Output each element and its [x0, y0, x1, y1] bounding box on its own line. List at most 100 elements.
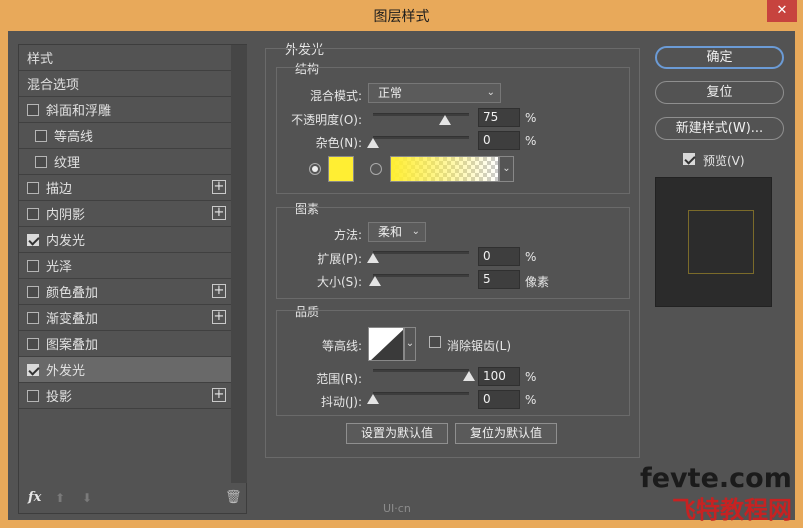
style-item-1[interactable]: 样式 — [19, 45, 231, 71]
style-item-7[interactable]: 内阴影 + — [19, 201, 231, 227]
noise-slider-thumb[interactable] — [367, 138, 379, 148]
style-item-11[interactable]: 渐变叠加 + — [19, 305, 231, 331]
style-item-8[interactable]: 内发光 — [19, 227, 231, 253]
make-default-button[interactable]: 设置为默认值 — [346, 423, 448, 444]
noise-unit: % — [525, 134, 537, 148]
glow-gradient-swatch[interactable] — [390, 156, 499, 182]
range-slider-thumb[interactable] — [463, 371, 475, 381]
add-effect-icon[interactable]: + — [212, 284, 226, 298]
noise-input[interactable]: 0 — [478, 131, 520, 150]
antialias-checkbox[interactable] — [429, 336, 441, 348]
style-item-12[interactable]: 图案叠加 — [19, 331, 231, 357]
move-down-icon[interactable]: ⬇ — [82, 491, 92, 505]
add-effect-icon[interactable]: + — [212, 310, 226, 324]
new-style-button[interactable]: 新建样式(W)... — [655, 117, 784, 140]
style-item-label: 内阴影 — [46, 208, 86, 223]
range-slider[interactable] — [373, 369, 469, 372]
add-effect-icon[interactable]: + — [212, 180, 226, 194]
gradient-radio[interactable] — [370, 163, 382, 175]
watermark-small: UI·cn — [383, 502, 411, 515]
spread-unit: % — [525, 250, 537, 264]
style-item-6[interactable]: 描边 + — [19, 175, 231, 201]
style-item-checkbox[interactable] — [27, 181, 39, 194]
trash-icon[interactable]: 🗑 — [225, 490, 242, 505]
style-item-13[interactable]: 外发光 — [19, 357, 231, 383]
style-item-label: 内发光 — [46, 234, 86, 249]
blend-mode-value: 正常 — [378, 86, 403, 100]
style-item-label: 混合选项 — [27, 78, 80, 93]
style-item-checkbox[interactable] — [27, 207, 39, 220]
style-item-3[interactable]: 斜面和浮雕 — [19, 97, 231, 123]
noise-slider[interactable] — [373, 136, 469, 139]
range-unit: % — [525, 370, 537, 384]
reset-default-button[interactable]: 复位为默认值 — [455, 423, 557, 444]
style-item-checkbox[interactable] — [27, 103, 39, 116]
style-item-checkbox[interactable] — [27, 311, 39, 324]
preview-checkbox[interactable] — [683, 153, 695, 165]
opacity-input[interactable]: 75 — [478, 108, 520, 127]
style-item-checkbox[interactable] — [27, 233, 39, 246]
add-effect-icon[interactable]: + — [212, 388, 226, 402]
style-item-checkbox[interactable] — [27, 259, 39, 272]
contour-curve-icon — [371, 329, 403, 360]
jitter-label: 抖动(J): — [321, 395, 362, 409]
style-item-checkbox[interactable] — [27, 363, 39, 376]
style-preview — [655, 177, 772, 307]
spread-input[interactable]: 0 — [478, 247, 520, 266]
size-slider[interactable] — [373, 274, 469, 277]
opacity-label: 不透明度(O): — [291, 113, 362, 127]
style-item-9[interactable]: 光泽 — [19, 253, 231, 279]
style-item-checkbox[interactable] — [27, 337, 39, 350]
spread-slider-thumb[interactable] — [367, 253, 379, 263]
style-item-5[interactable]: 纹理 — [19, 149, 231, 175]
glow-color-swatch[interactable] — [328, 156, 354, 182]
styles-list-footer: fx ⬆ ⬇ 🗑 — [19, 485, 246, 513]
spread-label: 扩展(P): — [317, 252, 362, 266]
fx-menu-button[interactable]: fx — [28, 490, 41, 505]
layer-style-dialog: 样式混合选项斜面和浮雕等高线纹理描边 + 内阴影 + 内发光光泽颜色叠加 + 渐变叠加 + 图案… — [8, 31, 795, 520]
contour-picker-toggle[interactable]: ⌄ — [404, 327, 416, 361]
size-input[interactable]: 5 — [478, 270, 520, 289]
style-item-label: 图案叠加 — [46, 338, 99, 353]
ok-button[interactable]: 确定 — [655, 46, 784, 69]
style-item-10[interactable]: 颜色叠加 + — [19, 279, 231, 305]
range-input[interactable]: 100 — [478, 367, 520, 386]
style-item-2[interactable]: 混合选项 — [19, 71, 231, 97]
style-item-label: 描边 — [46, 182, 73, 197]
style-item-checkbox[interactable] — [35, 155, 47, 168]
style-item-label: 渐变叠加 — [46, 312, 99, 327]
title-bar: 图层样式 ✕ — [0, 0, 803, 30]
style-item-label: 外发光 — [46, 364, 86, 379]
add-effect-icon[interactable]: + — [212, 206, 226, 220]
close-button[interactable]: ✕ — [767, 0, 797, 22]
reset-button[interactable]: 复位 — [655, 81, 784, 104]
styles-list-scrollbar[interactable] — [231, 45, 247, 483]
noise-label: 杂色(N): — [315, 136, 362, 150]
style-item-label: 等高线 — [54, 130, 94, 145]
opacity-slider[interactable] — [373, 113, 469, 116]
watermark-site-cn: 飞特教程网 — [672, 496, 792, 524]
technique-select[interactable]: 柔和 ⌄ — [368, 222, 426, 242]
style-item-checkbox[interactable] — [35, 129, 47, 142]
antialias-label: 消除锯齿(L) — [447, 339, 512, 353]
size-label: 大小(S): — [316, 275, 362, 289]
preview-label: 预览(V) — [703, 154, 745, 168]
style-item-checkbox[interactable] — [27, 285, 39, 298]
jitter-slider[interactable] — [373, 392, 469, 395]
style-item-4[interactable]: 等高线 — [19, 123, 231, 149]
spread-slider[interactable] — [373, 251, 469, 254]
style-item-checkbox[interactable] — [27, 389, 39, 402]
gradient-picker-toggle[interactable]: ⌄ — [499, 156, 514, 182]
jitter-input[interactable]: 0 — [478, 390, 520, 409]
style-item-label: 斜面和浮雕 — [46, 104, 112, 119]
style-item-label: 光泽 — [46, 260, 73, 275]
jitter-slider-thumb[interactable] — [367, 394, 379, 404]
move-up-icon[interactable]: ⬆ — [55, 491, 65, 505]
chevron-down-icon: ⌄ — [502, 163, 511, 174]
opacity-slider-thumb[interactable] — [439, 115, 451, 125]
size-slider-thumb[interactable] — [368, 276, 381, 286]
style-item-14[interactable]: 投影 + — [19, 383, 231, 409]
blend-mode-select[interactable]: 正常 ⌄ — [368, 83, 501, 103]
contour-preview[interactable] — [368, 327, 404, 361]
solid-color-radio[interactable] — [309, 163, 321, 175]
